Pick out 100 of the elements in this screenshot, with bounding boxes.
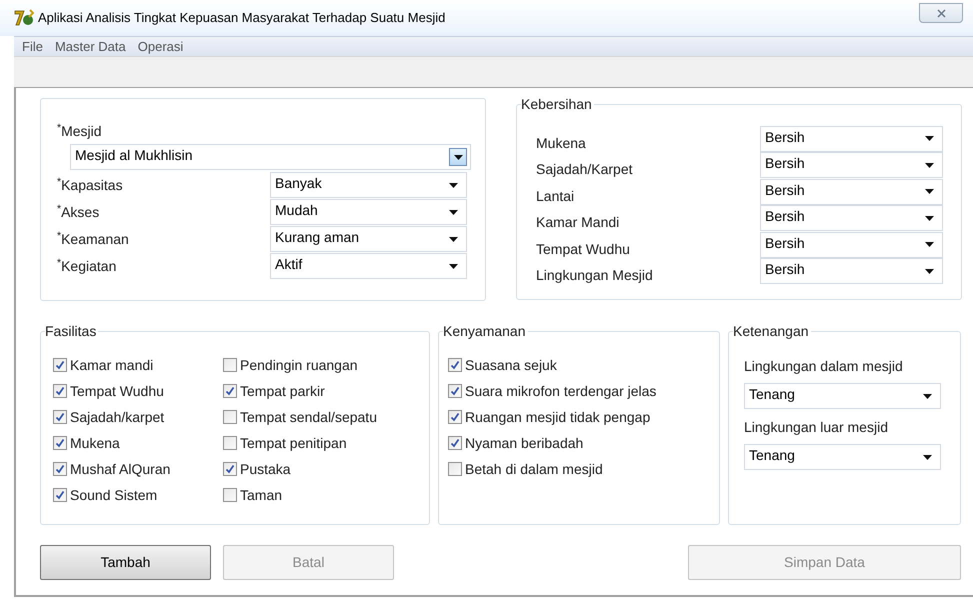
checkbox-item[interactable]: Suara mikrofon terdengar jelas xyxy=(448,378,719,404)
checkbox[interactable] xyxy=(53,436,67,450)
caret-icon xyxy=(925,189,934,194)
checkbox-item[interactable]: Tempat sendal/sepatu xyxy=(223,404,377,430)
dropdown-value: Tenang xyxy=(749,448,795,462)
dropdown[interactable]: Bersih xyxy=(760,152,943,178)
dropdown[interactable]: Tenang xyxy=(744,383,941,409)
checkmark-icon xyxy=(450,438,460,448)
checkmark-icon xyxy=(55,464,65,474)
caret-icon xyxy=(449,182,458,188)
checkbox-item[interactable]: Sajadah/karpet xyxy=(53,404,197,430)
checkbox[interactable] xyxy=(53,384,67,398)
checkbox-item[interactable]: Sound Sistem xyxy=(53,482,197,508)
checkmark-icon xyxy=(55,412,65,422)
checkbox[interactable] xyxy=(223,358,237,372)
dropdown-value: Bersih xyxy=(765,209,805,223)
checkbox-item[interactable]: Kamar mandi xyxy=(53,352,197,378)
field-label: $^{*}$Kapasitas xyxy=(57,177,123,193)
checkbox-item[interactable]: Nyaman beribadah xyxy=(448,430,719,456)
checkmark-icon xyxy=(225,386,235,396)
caret-icon xyxy=(925,242,934,247)
checkbox[interactable] xyxy=(53,462,67,476)
checkbox-item[interactable]: Ruangan mesjid tidak pengap xyxy=(448,404,719,430)
checkbox[interactable] xyxy=(223,436,237,450)
caret-icon xyxy=(925,162,934,168)
field-label: $^{*}$Akses xyxy=(57,204,100,220)
checkbox-item[interactable]: Mushaf AlQuran xyxy=(53,456,197,482)
dropdown[interactable]: Bersih xyxy=(760,205,943,231)
dropdown[interactable]: Bersih xyxy=(760,258,943,284)
checkbox[interactable] xyxy=(448,410,462,424)
checkbox-item[interactable]: Tempat parkir xyxy=(223,378,377,404)
field-label: $^{*}$Keamanan xyxy=(57,231,129,247)
menu-item[interactable]: Master Data xyxy=(54,36,126,56)
caret-icon xyxy=(923,394,932,398)
caret-icon xyxy=(925,216,934,220)
checkbox[interactable] xyxy=(448,384,462,398)
dropdown-value: Bersih xyxy=(765,130,805,144)
field-label: $^{*}$Mesjid xyxy=(57,121,103,141)
checkbox-item[interactable]: Suasana sejuk xyxy=(448,352,719,378)
checkmark-icon xyxy=(55,360,65,370)
field-label: Tempat Wudhu xyxy=(536,240,631,259)
dropdown-arrow-button[interactable] xyxy=(449,148,467,166)
app-logo-icon xyxy=(14,9,34,27)
checkbox[interactable] xyxy=(448,462,462,476)
checkbox-item[interactable]: Tempat Wudhu xyxy=(53,378,197,404)
dropdown-value: Mudah xyxy=(275,203,318,217)
caret-icon xyxy=(449,210,458,214)
dropdown-value: Aktif xyxy=(275,257,302,271)
checkbox[interactable] xyxy=(223,384,237,398)
dropdown[interactable]: Banyak xyxy=(270,172,467,198)
close-button[interactable] xyxy=(919,3,963,23)
menu-item[interactable]: File xyxy=(22,36,43,56)
caret-icon xyxy=(925,268,934,274)
close-icon xyxy=(936,8,946,18)
caret-icon xyxy=(454,154,462,160)
caret-icon xyxy=(449,236,458,242)
dropdown[interactable]: Mesjid al Mukhlisin xyxy=(70,144,471,170)
checkbox[interactable] xyxy=(223,462,237,476)
checkbox[interactable] xyxy=(53,488,67,502)
caret-icon xyxy=(923,454,932,460)
checkmark-icon xyxy=(450,386,460,396)
checkbox[interactable] xyxy=(223,410,237,424)
field-label: $^{*}$Kegiatan xyxy=(57,258,116,274)
field-label: Lingkungan Mesjid xyxy=(536,266,654,285)
checkbox-item[interactable]: Tempat penitipan xyxy=(223,430,377,456)
field-label: Lantai xyxy=(536,186,576,206)
field-label: Kamar Mandi xyxy=(536,213,620,232)
window-title: Aplikasi Analisis Tingkat Kepuasan Masyarakat Terhadap Suatu Mesjid xyxy=(38,9,446,28)
dropdown[interactable]: Tenang xyxy=(744,444,941,470)
checkbox[interactable] xyxy=(448,358,462,372)
dropdown-value: Banyak xyxy=(275,176,322,190)
checkbox-item[interactable]: Taman xyxy=(223,482,377,508)
checkbox-item[interactable]: Betah di dalam mesjid xyxy=(448,456,719,482)
checkmark-icon xyxy=(55,438,65,448)
field-label: Mukena xyxy=(536,134,587,152)
checkbox[interactable] xyxy=(448,436,462,450)
checkbox[interactable] xyxy=(53,410,67,424)
dropdown[interactable]: Mudah xyxy=(270,199,467,225)
checkbox[interactable] xyxy=(53,358,67,372)
action-button[interactable]: Tambah xyxy=(40,545,211,580)
dropdown[interactable]: Bersih xyxy=(760,232,943,258)
dropdown-value: Kurang aman xyxy=(275,230,360,244)
checkbox-item[interactable]: Pustaka xyxy=(223,456,377,482)
field-label: Lingkungan luar mesjid xyxy=(744,418,889,437)
menu-item[interactable]: Operasi xyxy=(138,36,184,56)
checkbox-item[interactable]: Mukena xyxy=(53,430,197,456)
dropdown[interactable]: Bersih xyxy=(760,126,943,152)
caret-icon xyxy=(925,136,934,141)
field-label: Sajadah/Karpet xyxy=(536,160,634,179)
dropdown-value: Bersih xyxy=(765,236,805,250)
checkmark-icon xyxy=(55,386,65,396)
checkbox[interactable] xyxy=(223,488,237,502)
checkmark-icon xyxy=(450,412,460,422)
dropdown[interactable]: Kurang aman xyxy=(270,226,467,252)
checkbox-item[interactable]: Pendingin ruangan xyxy=(223,352,377,378)
dropdown[interactable]: Bersih xyxy=(760,178,943,204)
dropdown-value: Tenang xyxy=(749,387,795,401)
dropdown-value: Bersih xyxy=(765,262,805,276)
dropdown[interactable]: Aktif xyxy=(270,253,467,279)
caret-icon xyxy=(449,264,458,268)
